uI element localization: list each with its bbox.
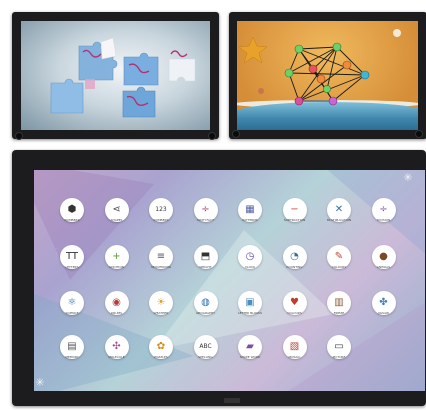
app-label: DIVISION	[376, 218, 391, 222]
weight-icon: ⬒	[200, 251, 211, 262]
app-label: CLOCK	[244, 265, 256, 269]
graph-node[interactable]	[342, 60, 352, 70]
puzzle-piece[interactable]	[123, 52, 159, 86]
graph-node[interactable]	[294, 96, 304, 106]
corner-bolt-icon: ✳	[35, 376, 45, 389]
app-label: PUZZLES	[154, 355, 168, 359]
jigsaw-icon: ✤	[379, 297, 388, 308]
bezel-screw	[415, 130, 423, 138]
app-grid: ⬢ NUMBERS ⋖ SHAPES 123 NUMBERS ÷ MATH FACT ▦ PATT…	[34, 170, 425, 391]
sun-icon: ☀	[156, 297, 166, 308]
picture-icon: ▭	[334, 341, 344, 352]
atom-icon: ⚛	[67, 297, 77, 308]
app-label: PICTURE	[332, 355, 346, 359]
app-label: JIGSAW	[378, 311, 389, 315]
app-label: SUBTRACTION	[283, 218, 306, 222]
app-label: SCIENCE	[65, 311, 79, 315]
puzzle-screen[interactable]	[21, 21, 210, 130]
app-label: SPELLING	[198, 355, 213, 359]
star-graph	[238, 29, 401, 106]
starfish-icon	[238, 36, 268, 64]
launcher-screen: ⬢ NUMBERS ⋖ SHAPES 123 NUMBERS ÷ MATH FACT ▦ PATT…	[34, 170, 425, 391]
sequence-icon: ≡	[156, 251, 166, 262]
app-label: COLOURS	[287, 311, 302, 315]
app-label: WEATHER	[153, 311, 169, 315]
shell-icon	[393, 29, 401, 37]
gear-icon: ✿	[156, 341, 166, 352]
bezel-screw	[15, 132, 23, 140]
app-label: MATH FACT	[197, 218, 214, 222]
times-icon: ✕	[334, 204, 344, 215]
math-icon: ÷	[201, 204, 210, 215]
frieze-icon: ▥	[334, 297, 344, 308]
brush-icon: ✎	[334, 251, 344, 262]
puzzle-icon: ⬢	[67, 204, 77, 215]
pebble-icon	[258, 88, 264, 94]
graph-node[interactable]	[323, 85, 331, 93]
brand-badge	[224, 398, 240, 403]
graph-node[interactable]	[294, 44, 304, 54]
puzzle-piece[interactable]	[122, 86, 156, 118]
minus-icon: −	[290, 204, 299, 215]
graph-node[interactable]	[284, 68, 294, 78]
graph-node[interactable]	[308, 64, 318, 74]
app-label: PATTERNS	[242, 218, 258, 222]
app-label: NUMBERS	[153, 218, 169, 222]
puzzle-piece[interactable]	[50, 78, 84, 114]
app-label: COUNTING	[286, 265, 303, 269]
app-label: LETTER BLOCKS	[237, 311, 263, 315]
shape-word-icon: ▰	[246, 341, 254, 352]
graph-node[interactable]	[332, 42, 342, 52]
app-label: WEIGHT	[199, 265, 212, 269]
digits-icon: 123	[155, 206, 167, 213]
drum-icon: ◉	[112, 297, 121, 308]
display-constellation	[229, 12, 426, 139]
molecule-icon: ✣	[112, 341, 121, 352]
app-label: COLOURS	[331, 265, 347, 269]
app-label: MOLECULE	[108, 355, 125, 359]
share-icon: ⋖	[112, 204, 121, 215]
star-lines	[288, 46, 366, 102]
globe-icon: ◍	[201, 297, 210, 308]
app-label: MOSAIC	[288, 355, 301, 359]
corner-bolt-icon: ✳	[403, 171, 413, 184]
cycle-icon: ◔	[290, 251, 299, 262]
abc-icon: ABC	[199, 343, 212, 350]
puzzle-piece[interactable]	[85, 79, 95, 89]
display-launcher: ⬢ NUMBERS ⋖ SHAPES 123 NUMBERS ÷ MATH FACT ▦ PATT…	[12, 150, 426, 406]
mosaic-icon: ▧	[289, 341, 300, 352]
app-label: LETTERS	[65, 265, 79, 269]
puzzle-piece[interactable]	[168, 50, 196, 82]
plus-icon: +	[112, 251, 121, 262]
app-label: SHAPES	[110, 218, 123, 222]
clock-icon: ◷	[245, 251, 255, 262]
puzzle-piece[interactable]	[100, 37, 117, 60]
heart-icon: ♥	[290, 297, 299, 308]
app-label: DRUMS	[110, 311, 123, 315]
text-icon: TT	[65, 251, 79, 262]
app-label: ADDITION	[109, 265, 124, 269]
bezel-screw	[232, 130, 240, 138]
puzzle-pieces	[50, 37, 196, 118]
app-label: NUMBERS	[64, 218, 80, 222]
graph-node[interactable]	[328, 96, 338, 106]
app-label: FRIEZE	[333, 311, 345, 315]
blocks-icon: ▣	[245, 297, 255, 308]
app-label: ANIMALS	[376, 265, 391, 269]
constellation-screen[interactable]	[237, 21, 418, 130]
app-label: MEMORY	[65, 355, 79, 359]
app-label: GEOGRAPHY	[196, 311, 215, 315]
app-label: MULTIPLICATION	[326, 218, 352, 222]
display-puzzle	[12, 12, 219, 140]
app-label: SHAPE WORD	[239, 355, 261, 359]
animal-icon: ●	[379, 251, 388, 262]
graph-node[interactable]	[316, 74, 326, 84]
graph-node[interactable]	[360, 70, 370, 80]
cards-icon: ▤	[67, 341, 77, 352]
grid-icon: ▦	[245, 204, 255, 215]
app-label: SEQUENCING	[150, 265, 172, 269]
bezel-screw	[208, 132, 216, 140]
divide-icon: ÷	[379, 204, 388, 215]
